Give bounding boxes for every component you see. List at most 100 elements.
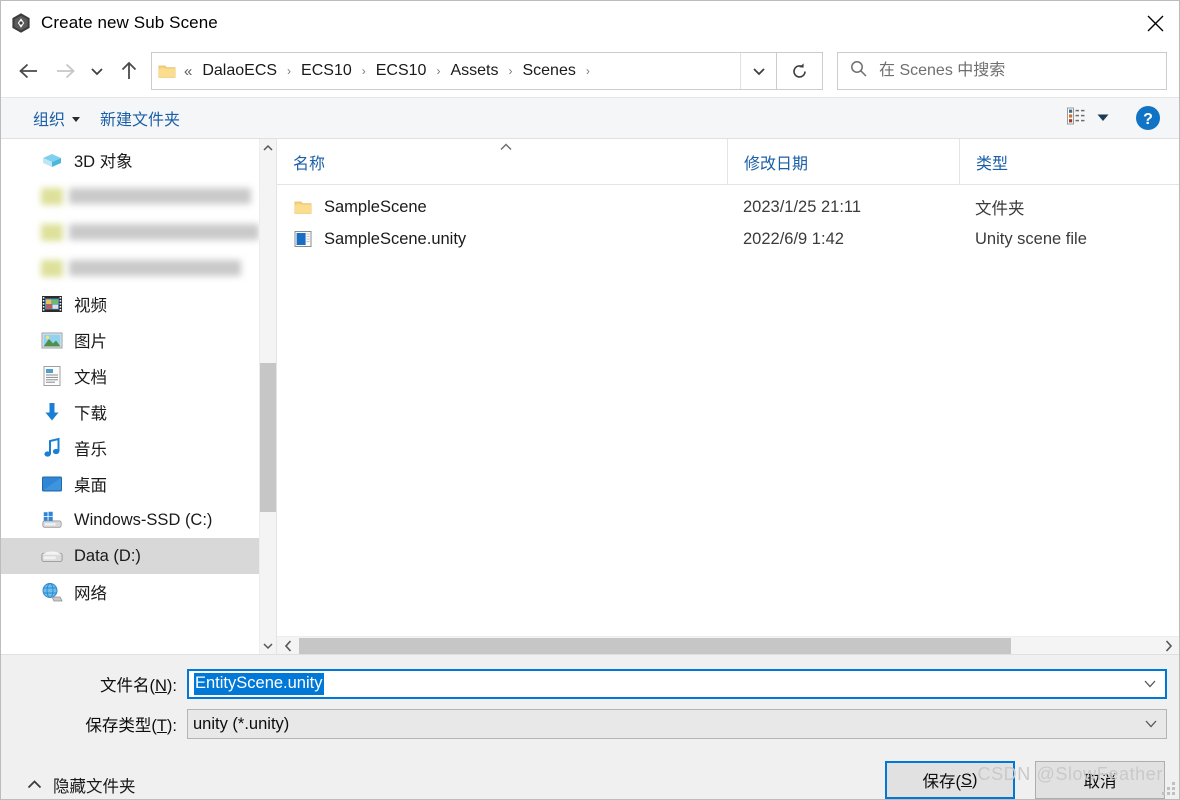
scroll-left-button[interactable] <box>277 639 299 652</box>
back-button[interactable] <box>11 53 47 89</box>
file-type-row: 保存类型(T): unity (*.unity) <box>1 707 1179 741</box>
breadcrumb-separator-3[interactable]: › <box>501 64 519 78</box>
view-mode-button[interactable] <box>1060 106 1115 131</box>
table-row[interactable]: SampleScene 2023/1/25 21:11 文件夹 <box>277 191 1179 223</box>
file-name-label-post: ): <box>166 677 177 695</box>
organize-button[interactable]: 组织 <box>23 102 90 134</box>
column-header-name[interactable]: 名称 <box>277 139 727 184</box>
breadcrumb-separator-4[interactable]: › <box>579 64 597 78</box>
file-date: 2022/6/9 1:42 <box>743 229 844 248</box>
search-input[interactable] <box>867 61 1166 81</box>
tree-item-label: 视频 <box>74 297 107 315</box>
tree-item-network[interactable]: 网络 <box>1 574 259 610</box>
file-date: 2023/1/25 21:11 <box>743 197 862 216</box>
new-folder-label: 新建文件夹 <box>100 112 181 129</box>
column-label: 名称 <box>293 155 326 173</box>
search-icon <box>850 60 867 82</box>
save-file-dialog: Create new Sub Scene « DalaoECS › ECS10 … <box>0 0 1180 800</box>
tree-item-downloads[interactable]: 下载 <box>1 394 259 430</box>
breadcrumb-separator-2[interactable]: › <box>429 64 447 78</box>
forward-button[interactable] <box>47 53 83 89</box>
file-name-input[interactable]: EntityScene.unity <box>187 669 1167 699</box>
file-list-horizontal-scrollbar[interactable] <box>277 636 1179 654</box>
chevron-up-icon <box>27 776 42 795</box>
navigation-pane-scrollbar[interactable] <box>259 139 276 654</box>
tree-item-3d-objects[interactable]: 3D 对象 <box>1 142 259 178</box>
documents-icon <box>41 365 63 387</box>
refresh-button[interactable] <box>777 52 823 90</box>
file-name-dropdown-button[interactable] <box>1135 671 1165 697</box>
breadcrumb-overflow[interactable]: « <box>182 63 199 80</box>
cancel-button[interactable]: 取消 <box>1035 761 1165 799</box>
navigation-pane: 3D 对象 视频 图片 文档 下载 音乐 桌面 Windows-SSD (C:)… <box>1 139 277 654</box>
tree-item-label: 网络 <box>74 585 107 603</box>
file-list-pane: 名称 修改日期 类型 SampleScene 2023/1/25 21:11 文… <box>277 139 1179 654</box>
scrollbar-track[interactable] <box>260 156 276 637</box>
tree-item-music[interactable]: 音乐 <box>1 430 259 466</box>
search-box[interactable] <box>837 52 1167 90</box>
breadcrumb-item-0[interactable]: DalaoECS <box>199 60 280 82</box>
videos-icon <box>41 293 63 315</box>
file-name: SampleScene <box>324 197 427 216</box>
column-header-date-modified[interactable]: 修改日期 <box>727 139 959 184</box>
scroll-down-button[interactable] <box>260 637 276 654</box>
table-row[interactable]: SampleScene.unity 2022/6/9 1:42 Unity sc… <box>277 223 1179 255</box>
close-button[interactable] <box>1131 1 1179 45</box>
tree-item-label: 3D 对象 <box>74 153 133 171</box>
command-toolbar: 组织 新建文件夹 ? <box>1 97 1179 139</box>
save-button[interactable]: 保存(S) <box>885 761 1015 799</box>
file-type-select[interactable]: unity (*.unity) <box>187 709 1167 739</box>
chevron-down-icon <box>752 68 765 76</box>
column-header-type[interactable]: 类型 <box>959 139 1179 184</box>
breadcrumb-item-2[interactable]: ECS10 <box>373 60 430 82</box>
tree-item-label: 下载 <box>74 405 107 423</box>
hide-folders-button[interactable]: 隐藏文件夹 <box>15 761 136 797</box>
file-name-label-pre: 文件名( <box>99 677 155 695</box>
tree-item-windows-ssd-c[interactable]: Windows-SSD (C:) <box>1 502 259 538</box>
breadcrumb-dropdown-button[interactable] <box>740 53 776 89</box>
up-button[interactable] <box>111 53 147 89</box>
file-name-cell: SampleScene.unity <box>277 229 727 249</box>
breadcrumb-item-1[interactable]: ECS10 <box>298 60 355 82</box>
chevron-down-icon <box>1145 720 1157 728</box>
breadcrumb-item-3[interactable]: Assets <box>447 60 501 82</box>
chevron-left-icon <box>284 639 291 652</box>
details-view-icon <box>1066 106 1086 131</box>
tree-item-documents[interactable]: 文档 <box>1 358 259 394</box>
unity-scene-file-icon <box>293 229 313 249</box>
breadcrumb-item-4[interactable]: Scenes <box>519 60 578 82</box>
chevron-up-icon <box>263 144 273 151</box>
tree-item-redacted-3[interactable] <box>1 250 259 286</box>
redacted-icon <box>41 259 63 277</box>
hide-folders-label: 隐藏文件夹 <box>53 778 136 796</box>
tree-item-data-d[interactable]: Data (D:) <box>1 538 259 574</box>
scrollbar-thumb[interactable] <box>260 362 276 512</box>
breadcrumb-separator-0[interactable]: › <box>280 64 298 78</box>
recent-locations-button[interactable] <box>83 53 111 89</box>
help-button[interactable]: ? <box>1135 105 1161 131</box>
column-label: 类型 <box>976 155 1009 173</box>
redacted-label <box>69 224 259 240</box>
breadcrumb-separator-1[interactable]: › <box>355 64 373 78</box>
arrow-up-icon <box>121 61 137 79</box>
breadcrumb-bar[interactable]: « DalaoECS › ECS10 › ECS10 › Assets › Sc… <box>151 52 777 90</box>
scroll-up-button[interactable] <box>260 139 276 156</box>
dialog-body: 3D 对象 视频 图片 文档 下载 音乐 桌面 Windows-SSD (C:)… <box>1 139 1179 655</box>
windows-drive-icon <box>41 509 63 531</box>
network-icon <box>41 581 63 603</box>
file-name-value[interactable]: EntityScene.unity <box>194 673 324 695</box>
help-icon: ? <box>1136 106 1160 130</box>
scrollbar-track[interactable] <box>299 637 1157 655</box>
new-folder-button[interactable]: 新建文件夹 <box>90 102 190 134</box>
file-type-dropdown-button[interactable] <box>1136 710 1166 738</box>
tree-item-redacted-2[interactable] <box>1 214 259 250</box>
tree-item-desktop[interactable]: 桌面 <box>1 466 259 502</box>
dialog-actions: 隐藏文件夹 保存(S) 取消 <box>1 747 1179 799</box>
unity-icon <box>10 12 32 34</box>
button-group: 保存(S) 取消 <box>885 761 1165 799</box>
tree-item-redacted-1[interactable] <box>1 178 259 214</box>
scroll-right-button[interactable] <box>1157 639 1179 652</box>
tree-item-pictures[interactable]: 图片 <box>1 322 259 358</box>
tree-item-videos[interactable]: 视频 <box>1 286 259 322</box>
scrollbar-thumb[interactable] <box>299 637 1012 654</box>
